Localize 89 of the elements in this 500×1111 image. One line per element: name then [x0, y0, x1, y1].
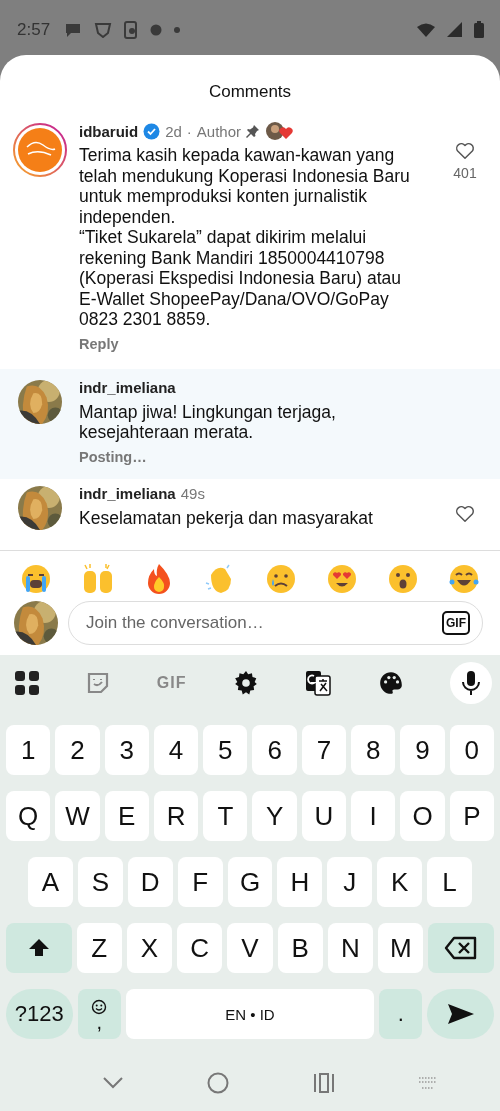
letter-key[interactable]: N — [327, 923, 374, 973]
period-key[interactable]: . — [378, 989, 423, 1039]
letter-key[interactable]: 5 — [203, 725, 248, 775]
microphone-icon — [459, 670, 482, 696]
sad-emoji-icon[interactable] — [265, 563, 298, 595]
letter-key[interactable]: C — [177, 923, 223, 973]
app-icon — [150, 23, 163, 36]
symbols-key[interactable]: ?123 — [6, 989, 73, 1039]
letter-key[interactable]: H — [277, 857, 323, 907]
letter-key[interactable]: 8 — [351, 725, 396, 775]
surprised-emoji-icon[interactable] — [386, 563, 419, 595]
reply-link[interactable]: Reply — [79, 335, 119, 352]
signal-icon — [447, 22, 462, 37]
smiley-icon — [91, 999, 108, 1015]
username[interactable]: indr_imeliana — [79, 485, 176, 502]
letter-key[interactable]: B — [277, 923, 323, 973]
send-icon — [446, 1003, 475, 1025]
letter-key[interactable]: D — [127, 857, 173, 907]
letter-key[interactable]: E — [104, 791, 149, 841]
comment-text: Terima kasih kepada kawan-kawan yang telah mendukung Koperasi Indonesia Baru untuk memproduksi konten jurnalistik independen. “Tiket Sukarela” dapat dikirim melalui rekening Bank Mandiri 1850004410798 (Koperasi Ekspedisi Indonesia Baru) atau E-Wallet ShopeePay/Dana/OVO/GoPay 0823 2301 8859. — [79, 145, 411, 330]
letter-key[interactable]: M — [378, 923, 424, 973]
letter-key[interactable]: R — [153, 791, 199, 841]
author-label: Author — [196, 122, 242, 140]
letter-key[interactable]: A — [28, 857, 73, 907]
backspace-icon — [444, 936, 479, 960]
shift-key[interactable] — [6, 923, 72, 973]
chat-icon — [64, 21, 83, 38]
comment-text: Mantap jiwa! Lingkungan terjaga, kesejahteraan merata. — [79, 401, 337, 443]
recents-button[interactable] — [312, 1073, 335, 1093]
username[interactable]: indr_imeliana — [79, 379, 176, 396]
comment-time: 49s — [180, 485, 205, 502]
back-button[interactable] — [101, 1076, 124, 1090]
up-arrow-icon — [27, 937, 50, 959]
heart-icon[interactable] — [454, 140, 476, 162]
letter-key[interactable]: U — [301, 791, 347, 841]
separator-dot: · — [186, 122, 192, 140]
letter-key[interactable]: K — [377, 857, 423, 907]
letter-key[interactable]: 4 — [153, 725, 199, 775]
posting-status: Posting… — [79, 448, 147, 465]
comma-key[interactable]: , — [77, 989, 122, 1039]
letter-key[interactable]: Y — [252, 791, 297, 841]
comment-time: 2d — [165, 122, 182, 140]
heart-eyes-emoji-icon[interactable] — [326, 563, 359, 595]
sticker-button[interactable] — [86, 671, 111, 695]
clock: 2:57 — [17, 19, 51, 40]
microphone-button[interactable] — [449, 662, 492, 704]
keyboard-switch-button[interactable] — [418, 1076, 439, 1090]
battery-icon — [474, 21, 484, 38]
space-key[interactable]: EN • ID — [126, 989, 374, 1039]
logo-icon — [12, 123, 67, 177]
letter-key[interactable]: W — [55, 791, 100, 841]
backspace-key[interactable] — [428, 923, 494, 973]
letter-key[interactable]: L — [427, 857, 472, 907]
letter-key[interactable]: F — [177, 857, 223, 907]
gif-button[interactable]: GIF — [442, 611, 470, 635]
like-count: 401 — [453, 165, 477, 181]
letter-key[interactable]: 6 — [252, 725, 297, 775]
wifi-icon — [417, 22, 435, 37]
letter-key[interactable]: 1 — [6, 725, 51, 775]
comment-text: Keselamatan pekerja dan masyarakat — [79, 507, 374, 528]
letter-key[interactable]: O — [400, 791, 445, 841]
letter-key[interactable]: Q — [6, 791, 51, 841]
letter-key[interactable]: 9 — [400, 725, 445, 775]
letter-key[interactable]: X — [126, 923, 173, 973]
settings-button[interactable] — [232, 670, 259, 696]
sheet-title: Comments — [207, 82, 293, 102]
letter-key[interactable]: J — [327, 857, 373, 907]
home-button[interactable] — [207, 1072, 230, 1094]
translate-button[interactable] — [305, 670, 332, 696]
letter-key[interactable]: T — [203, 791, 248, 841]
letter-key[interactable]: P — [449, 791, 494, 841]
palette-button[interactable] — [377, 670, 404, 696]
username[interactable]: idbaruid — [79, 122, 139, 140]
phone-icon — [124, 20, 139, 39]
laughing-emoji-icon[interactable] — [447, 563, 480, 595]
letter-key[interactable]: 7 — [301, 725, 347, 775]
letter-key[interactable]: V — [227, 923, 273, 973]
send-key[interactable] — [427, 989, 494, 1039]
letter-key[interactable]: S — [77, 857, 123, 907]
letter-key[interactable]: G — [227, 857, 273, 907]
crying-emoji-icon[interactable] — [20, 563, 53, 595]
dot-icon — [174, 26, 181, 33]
letter-key[interactable]: 2 — [55, 725, 100, 775]
letter-key[interactable]: Z — [76, 923, 122, 973]
letter-key[interactable]: 3 — [104, 725, 149, 775]
shield-icon — [94, 21, 113, 38]
letter-key[interactable]: 0 — [449, 725, 494, 775]
letter-key[interactable]: I — [351, 791, 396, 841]
apps-button[interactable] — [14, 670, 40, 696]
